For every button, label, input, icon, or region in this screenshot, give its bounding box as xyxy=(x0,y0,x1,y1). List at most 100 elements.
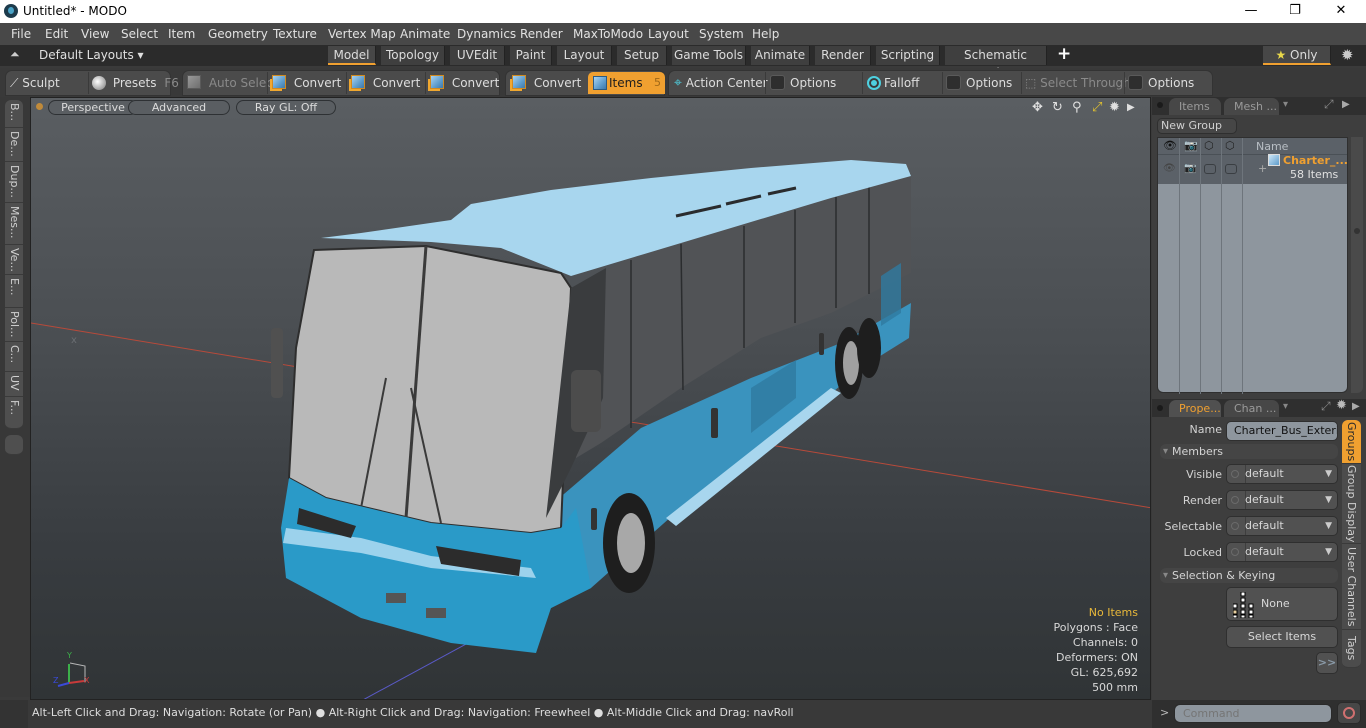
row-visibility-icon[interactable]: 👁 xyxy=(1163,163,1176,174)
falloff-options-button[interactable]: Options xyxy=(946,72,1012,94)
expand-panel-icon[interactable]: ⤢ xyxy=(1321,399,1331,414)
groups-list[interactable]: 👁 📷 ⬡ ⬡ Name 👁 📷 + Charter_... 58 Items xyxy=(1157,137,1348,394)
tab-polygon[interactable]: Pol... xyxy=(5,308,23,342)
gear-icon[interactable]: ✹ xyxy=(1341,46,1354,64)
tab-mesh-ops[interactable]: Mesh ... xyxy=(1224,98,1279,115)
visible-dropdown[interactable]: default ▼ xyxy=(1226,464,1338,484)
record-macro-button[interactable] xyxy=(1337,702,1361,724)
menu-vertex-map[interactable]: Vertex Map xyxy=(328,27,396,41)
convert-polygons-button[interactable]: Convert xyxy=(430,72,499,94)
select-through-button[interactable]: ⬚ Select Through xyxy=(1025,72,1131,94)
none-hierarchy-button[interactable]: None xyxy=(1226,587,1338,621)
menu-file[interactable]: File xyxy=(11,27,31,41)
tab-groups[interactable]: Groups xyxy=(1342,420,1361,464)
menu-help[interactable]: Help xyxy=(752,27,779,41)
action-center-options-button[interactable]: Options xyxy=(770,72,836,94)
keyframe-dot-icon[interactable] xyxy=(1231,522,1239,530)
menu-dynamics[interactable]: Dynamics xyxy=(457,27,516,41)
keyframe-dot-icon[interactable] xyxy=(1231,496,1239,504)
group-name[interactable]: Charter_... xyxy=(1283,154,1348,167)
tab-custom[interactable] xyxy=(5,435,23,455)
panel-menu-arrow-icon[interactable]: ▶ xyxy=(1352,401,1360,412)
tab-model[interactable]: Model xyxy=(328,46,376,65)
tab-uvedit[interactable]: UVEdit xyxy=(450,46,505,65)
panel-dropdown-icon[interactable]: ▾ xyxy=(1283,99,1288,110)
tab-properties[interactable]: Prope... xyxy=(1169,400,1221,417)
menu-animate[interactable]: Animate xyxy=(400,27,450,41)
selectable-dropdown[interactable]: default ▼ xyxy=(1226,516,1338,536)
command-input[interactable] xyxy=(1174,704,1332,723)
menu-item[interactable]: Item xyxy=(168,27,195,41)
tab-setup[interactable]: Setup xyxy=(617,46,667,65)
tab-layout[interactable]: Layout xyxy=(557,46,612,65)
presets-button[interactable]: Presets F6 xyxy=(92,72,179,94)
expand-group-button[interactable]: + xyxy=(1258,162,1267,175)
panel-gear-icon[interactable]: ✹ xyxy=(1336,398,1347,413)
selection-keying-section-header[interactable]: Selection & Keying xyxy=(1160,568,1338,583)
more-button[interactable]: >> xyxy=(1316,652,1338,674)
members-section-header[interactable]: Members xyxy=(1160,444,1338,459)
tab-render[interactable]: Render xyxy=(815,46,871,65)
tab-animate[interactable]: Animate xyxy=(751,46,810,65)
menu-geometry[interactable]: Geometry xyxy=(208,27,268,41)
convert-vertices-button[interactable]: Convert xyxy=(272,72,341,94)
tab-curve[interactable]: C... xyxy=(5,342,23,372)
tab-items[interactable]: Items xyxy=(1169,98,1221,115)
minimize-button[interactable]: — xyxy=(1228,0,1274,23)
panel-dropdown-icon[interactable]: ▾ xyxy=(1283,401,1288,412)
menu-texture[interactable]: Texture xyxy=(273,27,317,41)
locked-dropdown[interactable]: default ▼ xyxy=(1226,542,1338,562)
render-column-icon[interactable]: 📷 xyxy=(1184,139,1198,152)
tab-uv[interactable]: UV xyxy=(5,372,23,397)
menu-select[interactable]: Select xyxy=(121,27,158,41)
tab-tags[interactable]: Tags xyxy=(1342,630,1361,668)
menu-edit[interactable]: Edit xyxy=(45,27,68,41)
keyframe-dot-icon[interactable] xyxy=(1231,548,1239,556)
tab-basic[interactable]: B... xyxy=(5,100,23,128)
row-selectable-checkbox[interactable] xyxy=(1204,164,1216,174)
menu-maxtomodo[interactable]: MaxToModo xyxy=(573,27,643,41)
action-center-button[interactable]: ⌖ Action Center xyxy=(674,72,768,94)
new-group-button[interactable]: New Group xyxy=(1157,118,1237,134)
groups-list-scrollbar[interactable] xyxy=(1351,137,1363,393)
select-through-options-button[interactable]: Options xyxy=(1128,72,1194,94)
expand-panel-icon[interactable]: ⤢ xyxy=(1324,97,1334,112)
menu-render[interactable]: Render xyxy=(520,27,563,41)
group-name-field[interactable]: Charter_Bus_Exterio xyxy=(1226,421,1338,441)
close-button[interactable]: ✕ xyxy=(1318,0,1364,23)
tab-vertex[interactable]: Ve... xyxy=(5,245,23,275)
visibility-column-icon[interactable]: 👁 xyxy=(1163,139,1177,152)
tab-edge[interactable]: E... xyxy=(5,275,23,308)
tab-channels[interactable]: Chan ... xyxy=(1224,400,1279,417)
tab-mesh-edit[interactable]: Mes... xyxy=(5,203,23,245)
tab-scripting[interactable]: Scripting xyxy=(876,46,940,65)
keyframe-dot-icon[interactable] xyxy=(1231,470,1239,478)
tab-duplicate[interactable]: Dup... xyxy=(5,162,23,203)
lock-column-icon[interactable]: ⬡ xyxy=(1225,139,1235,152)
only-toggle[interactable]: ★ Only xyxy=(1263,46,1331,65)
menu-layout[interactable]: Layout xyxy=(648,27,689,41)
collapse-arrow-icon[interactable]: ⏶ xyxy=(10,47,20,62)
row-render-icon[interactable]: 📷 xyxy=(1184,163,1196,174)
render-dropdown[interactable]: default ▼ xyxy=(1226,490,1338,510)
select-items-button[interactable]: Select Items xyxy=(1226,626,1338,648)
maximize-button[interactable]: ❐ xyxy=(1272,0,1318,23)
3d-viewport[interactable]: Perspective Advanced Ray GL: Off ✥ ↻ ⚲ ⤢… xyxy=(30,97,1151,700)
tab-fusion[interactable]: F... xyxy=(5,397,23,429)
convert-edges-button[interactable]: Convert xyxy=(351,72,420,94)
menu-system[interactable]: System xyxy=(699,27,744,41)
auto-select-button[interactable]: Auto Select xyxy=(187,72,278,94)
add-tab-button[interactable]: + xyxy=(1057,44,1071,64)
tab-paint[interactable]: Paint xyxy=(510,46,552,65)
tab-deform[interactable]: De... xyxy=(5,128,23,162)
sculpt-button[interactable]: ⟋ Sculpt xyxy=(10,72,60,94)
items-mode-button[interactable]: Items 5 xyxy=(588,72,665,94)
tab-game-tools[interactable]: Game Tools xyxy=(672,46,746,65)
tab-topology[interactable]: Topology xyxy=(381,46,445,65)
convert-items-button[interactable]: Convert xyxy=(512,72,581,94)
panel-menu-arrow-icon[interactable]: ▶ xyxy=(1342,99,1350,110)
tab-group-display[interactable]: Group Display xyxy=(1342,464,1361,544)
falloff-button[interactable]: Falloff xyxy=(867,72,919,94)
selectable-column-icon[interactable]: ⬡ xyxy=(1204,139,1214,152)
tab-schematic-fusion[interactable]: Schematic Fusion xyxy=(945,46,1047,80)
